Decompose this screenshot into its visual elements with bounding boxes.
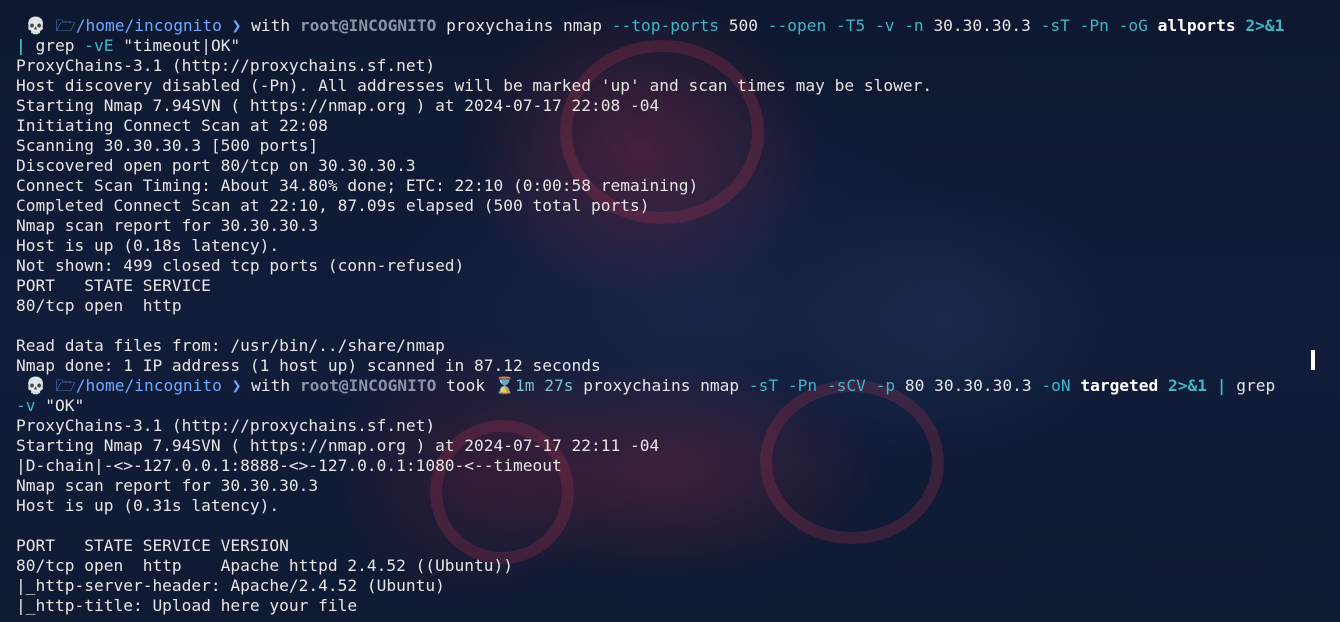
command-duration: 1m 27s (515, 376, 574, 395)
output-line: ProxyChains-3.1 (http://proxychains.sf.n… (16, 416, 436, 435)
output-line: Starting Nmap 7.94SVN ( https://nmap.org… (16, 96, 660, 115)
output-line: |_http-server-header: Apache/2.4.52 (Ubu… (16, 576, 445, 595)
chevron-right-icon: ❯ (231, 376, 242, 395)
prompt-line-1-wrap: | grep -vE "timeout|OK" (16, 36, 241, 55)
output-line: Nmap scan report for 30.30.30.3 (16, 476, 319, 495)
output-line: Initiating Connect Scan at 22:08 (16, 116, 328, 135)
terminal-output[interactable]: 💀 🗁/home/incognito ❯ with root@INCOGNITO… (16, 16, 1332, 616)
output-line: Connect Scan Timing: About 34.80% done; … (16, 176, 699, 195)
output-line: |_http-title: Upload here your file (16, 596, 358, 615)
output-line: PORT STATE SERVICE VERSION (16, 536, 289, 555)
hourglass-icon: ⌛ (494, 376, 515, 395)
output-line: Read data files from: /usr/bin/../share/… (16, 336, 445, 355)
output-line: Host is up (0.18s latency). (16, 236, 280, 255)
chevron-right-icon: ❯ (231, 16, 242, 35)
output-line: Host discovery disabled (-Pn). All addre… (16, 76, 933, 95)
prompt-line-2: 💀 🗁/home/incognito ❯ with root@INCOGNITO… (25, 376, 1276, 395)
output-line: Discovered open port 80/tcp on 30.30.30.… (16, 156, 416, 175)
skull-icon: 💀 (25, 16, 46, 35)
terminal-cursor (1311, 350, 1315, 370)
prompt-path: /home/incognito (75, 376, 222, 395)
prompt-path: /home/incognito (75, 16, 222, 35)
output-line: ProxyChains-3.1 (http://proxychains.sf.n… (16, 56, 436, 75)
folder-icon: 🗁 (55, 16, 76, 35)
output-line: 80/tcp open http (16, 296, 182, 315)
output-line: Starting Nmap 7.94SVN ( https://nmap.org… (16, 436, 660, 455)
output-line: |D-chain|-<>-127.0.0.1:8888-<>-127.0.0.1… (16, 456, 562, 475)
folder-icon: 🗁 (55, 376, 76, 395)
output-line: Not shown: 499 closed tcp ports (conn-re… (16, 256, 465, 275)
prompt-user: root@INCOGNITO (299, 376, 437, 395)
output-line: PORT STATE SERVICE (16, 276, 211, 295)
prompt-line-2-wrap: -v "OK" (16, 396, 85, 415)
prompt-line-1: 💀 🗁/home/incognito ❯ with root@INCOGNITO… (25, 16, 1285, 35)
output-line: 80/tcp open http Apache httpd 2.4.52 ((U… (16, 556, 514, 575)
prompt-user: root@INCOGNITO (299, 16, 437, 35)
output-line: Completed Connect Scan at 22:10, 87.09s … (16, 196, 650, 215)
output-line: Nmap done: 1 IP address (1 host up) scan… (16, 356, 601, 375)
skull-icon: 💀 (25, 376, 46, 395)
output-line: Nmap scan report for 30.30.30.3 (16, 216, 319, 235)
output-line: Host is up (0.31s latency). (16, 496, 280, 515)
output-line: Scanning 30.30.30.3 [500 ports] (16, 136, 319, 155)
